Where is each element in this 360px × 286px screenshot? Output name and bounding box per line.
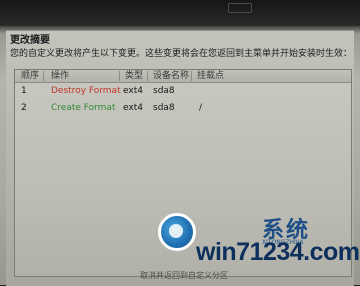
header-device[interactable]: 设备名称 xyxy=(153,70,189,82)
cell-action: Create Format xyxy=(51,103,116,113)
cancel-return-button[interactable]: 取消并返回到自定义分区 xyxy=(140,270,228,281)
table-header: 顺序 操作 类型 设备名称 挂载点 xyxy=(15,70,351,83)
top-bar xyxy=(0,0,360,26)
header-action[interactable]: 操作 xyxy=(51,70,69,82)
dialog-message: 您的自定义更改将产生以下变更。这些变更将会在您返回到主菜单并开始安装时生效： xyxy=(10,49,353,59)
cell-order: 1 xyxy=(21,86,27,96)
cell-action: Destroy Format xyxy=(51,86,121,96)
table-row[interactable]: 1 Destroy Format ext4 sda8 xyxy=(15,83,351,99)
header-mount[interactable]: 挂载点 xyxy=(197,70,224,82)
watermark-logo-icon xyxy=(158,213,196,251)
cell-type: ext4 xyxy=(123,86,143,96)
cell-order: 2 xyxy=(21,103,27,113)
cell-device: sda8 xyxy=(153,103,175,113)
dialog-title: 更改摘要 xyxy=(10,35,50,46)
table-row[interactable]: 2 Create Format ext4 sda8 / xyxy=(15,100,351,116)
header-type[interactable]: 类型 xyxy=(125,70,143,82)
header-separator xyxy=(191,71,192,81)
header-order[interactable]: 顺序 xyxy=(21,70,39,82)
header-separator xyxy=(119,71,120,81)
cell-type: ext4 xyxy=(123,103,143,113)
top-bar-decoration xyxy=(228,3,252,13)
watermark-domain: win71234.com xyxy=(196,238,360,266)
header-separator xyxy=(43,71,44,81)
cell-device: sda8 xyxy=(153,86,175,96)
header-separator xyxy=(147,71,148,81)
cell-mount: / xyxy=(199,103,203,113)
